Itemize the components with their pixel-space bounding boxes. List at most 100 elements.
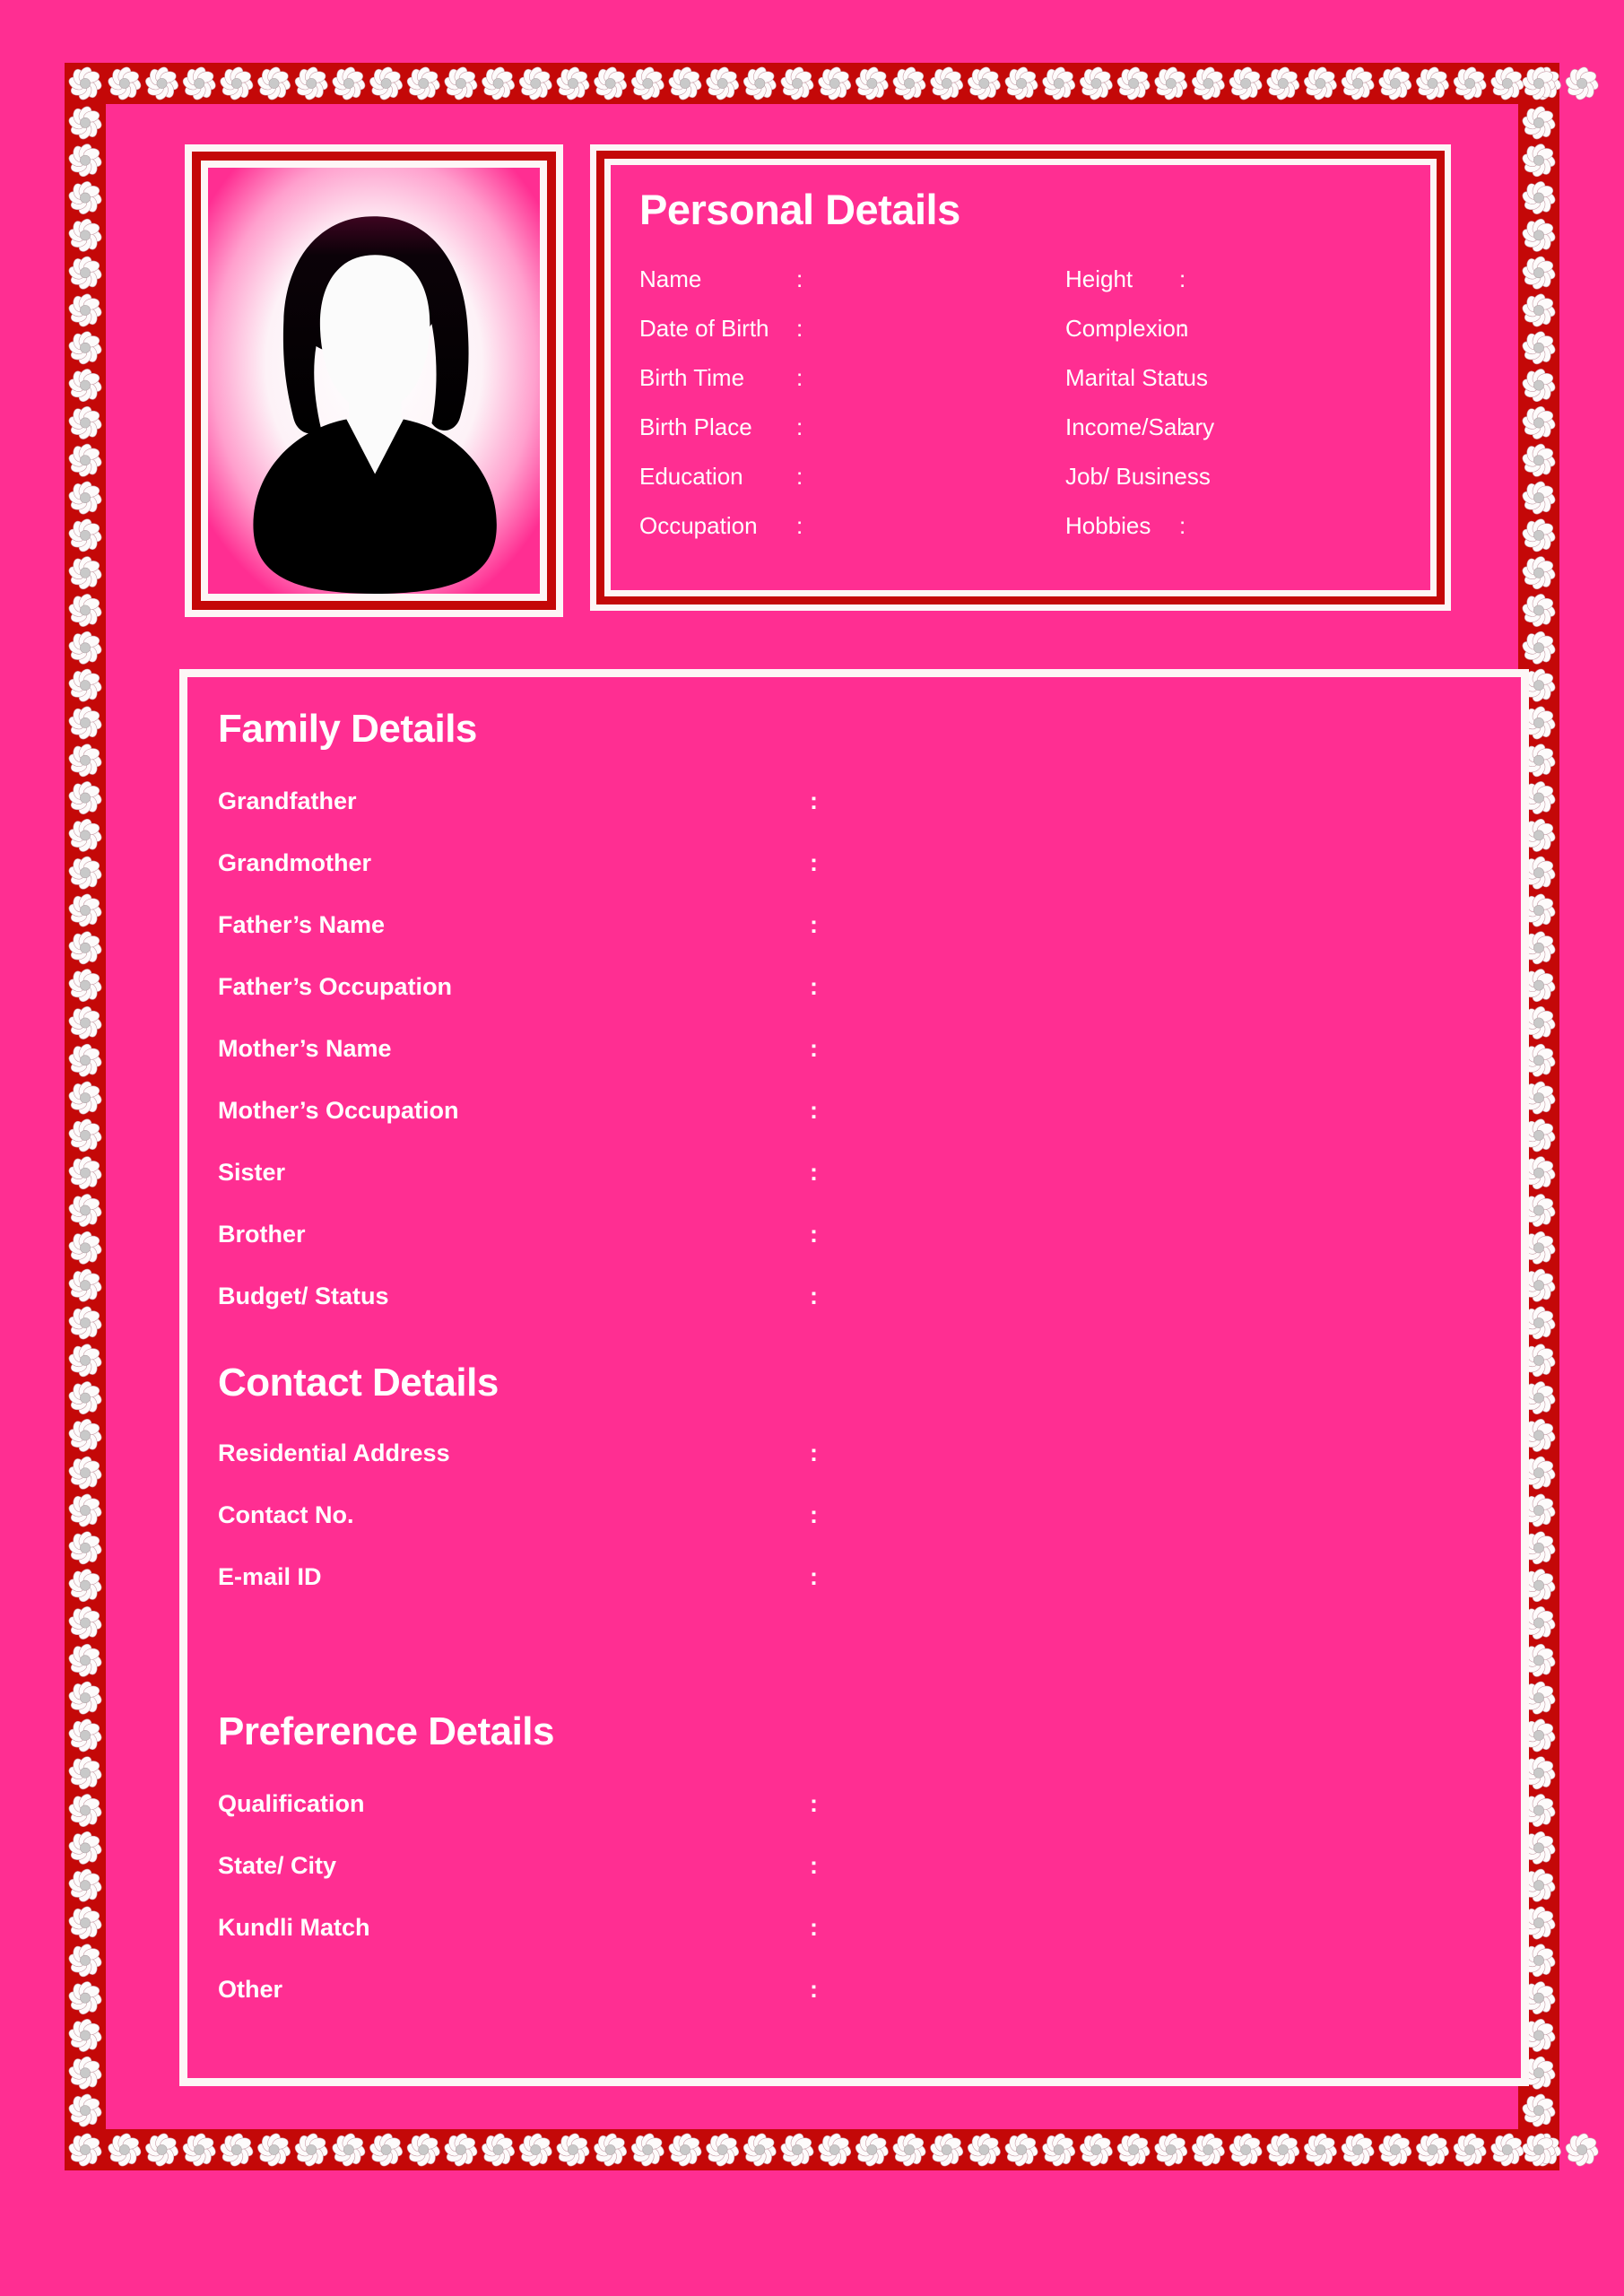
personal-colon-left: : <box>796 315 803 342</box>
personal-colon-right: : <box>1179 413 1186 440</box>
flower-rosette-icon-row-bottom <box>108 2133 1599 2167</box>
personal-value-left[interactable] <box>812 304 1022 353</box>
personal-value-left[interactable] <box>812 452 1022 501</box>
personal-value-right[interactable] <box>1195 403 1405 452</box>
flower-border-top <box>106 63 1601 104</box>
personal-value-left[interactable] <box>812 403 1022 452</box>
personal-label-left: Education <box>639 463 743 490</box>
photo-frame-white-band <box>201 161 547 601</box>
family-value[interactable]: : <box>810 894 1490 956</box>
personal-label-left: Date of Birth <box>639 315 769 342</box>
family-label: Budget/ Status <box>218 1283 389 1309</box>
family-label: Mother’s Occupation <box>218 1097 459 1124</box>
photo-placeholder[interactable] <box>208 168 540 594</box>
contact-value[interactable]: : <box>810 1546 1490 1608</box>
preference-details-heading: Preference Details <box>218 1709 555 1753</box>
flower-rosette-icon-row-top <box>108 66 1599 100</box>
contact-details-heading: Contact Details <box>218 1361 499 1405</box>
content-canvas: Personal Details Name: Height: Date of Bir… <box>106 104 1529 2129</box>
personal-colon-right: : <box>1179 315 1186 342</box>
preference-label: Qualification <box>218 1790 365 1817</box>
photo-frame <box>185 144 563 617</box>
flower-border-corner-topleft <box>65 63 106 104</box>
contact-label: E-mail ID <box>218 1563 322 1590</box>
flower-rosette-icon-corner-bl <box>68 2133 102 2167</box>
flower-rosette-icon-corner-tr <box>1522 66 1556 100</box>
flower-rosette-icon-corner-br <box>1522 2133 1556 2167</box>
personal-panel-white-band: Personal Details Name: Height: Date of Bir… <box>604 159 1437 596</box>
family-label: Grandmother <box>218 849 372 876</box>
family-label: Father’s Name <box>218 911 386 938</box>
personal-value-right[interactable] <box>1195 304 1405 353</box>
preference-label: State/ City <box>218 1852 337 1879</box>
family-value[interactable]: : <box>810 1080 1490 1142</box>
personal-colon-left: : <box>796 512 803 539</box>
personal-colon-left: : <box>796 463 803 490</box>
personal-label-left: Occupation <box>639 512 758 539</box>
personal-value-right[interactable] <box>1195 353 1405 403</box>
contact-label: Residential Address <box>218 1439 450 1466</box>
family-label: Grandfather <box>218 787 357 814</box>
personal-colon-right: : <box>1179 364 1186 391</box>
personal-colon-left: : <box>796 364 803 391</box>
flower-border-left <box>65 104 106 2129</box>
family-details-heading: Family Details <box>218 707 477 751</box>
preference-value[interactable]: : <box>810 1835 1490 1897</box>
personal-details-grid: Name: Height: Date of Birth: Complexion: Bir… <box>636 255 1405 551</box>
contact-value[interactable]: : <box>810 1484 1490 1546</box>
flower-border-corner-bottomright <box>1518 2129 1559 2170</box>
flower-rosette-icon-row-left <box>68 106 102 2127</box>
preference-value[interactable]: : <box>810 1897 1490 1959</box>
family-value[interactable]: : <box>810 1018 1490 1080</box>
family-label: Father’s Occupation <box>218 973 453 1000</box>
personal-value-left[interactable] <box>812 353 1022 403</box>
top-row: Personal Details Name: Height: Date of Bir… <box>185 144 1451 617</box>
flower-border-corner-topright <box>1518 63 1559 104</box>
personal-colon-right: : <box>1179 463 1186 490</box>
personal-colon-left: : <box>796 413 803 440</box>
family-value[interactable]: : <box>810 770 1490 832</box>
personal-value-right[interactable] <box>1195 501 1405 551</box>
personal-label-left: Birth Time <box>639 364 745 391</box>
family-value[interactable]: : <box>810 1204 1490 1265</box>
female-silhouette-avatar-icon <box>208 168 540 594</box>
personal-label-right: Complexion <box>1065 315 1189 342</box>
family-value[interactable]: : <box>810 956 1490 1018</box>
preference-value[interactable]: : <box>810 1773 1490 1835</box>
family-value[interactable]: : <box>810 832 1490 894</box>
family-details-grid: Grandfather: Grandmother: Father’s Name:… <box>218 770 1490 1327</box>
family-value[interactable]: : <box>810 1142 1490 1204</box>
personal-label-right: Job/ Business <box>1065 463 1211 490</box>
biodata-page: Personal Details Name: Height: Date of Bir… <box>0 0 1624 2296</box>
family-label: Sister <box>218 1159 286 1186</box>
flower-border-bottom <box>106 2129 1601 2170</box>
preference-details-grid: Qualification: State/ City: Kundli Match… <box>218 1773 1490 2021</box>
personal-label-left: Name <box>639 265 702 292</box>
personal-value-right[interactable] <box>1195 452 1405 501</box>
personal-value-right[interactable] <box>1195 255 1405 304</box>
family-label: Mother’s Name <box>218 1035 392 1062</box>
personal-label-right: Marital Status <box>1065 364 1208 391</box>
personal-colon-right: : <box>1179 512 1186 539</box>
personal-details-heading: Personal Details <box>639 186 960 233</box>
personal-colon-left: : <box>796 265 803 292</box>
preference-label: Kundli Match <box>218 1914 370 1941</box>
personal-label-right: Height <box>1065 265 1133 292</box>
personal-value-left[interactable] <box>812 501 1022 551</box>
personal-label-right: Hobbies <box>1065 512 1151 539</box>
preference-value[interactable]: : <box>810 1959 1490 2021</box>
family-value[interactable]: : <box>810 1265 1490 1327</box>
personal-label-right: Income/Salary <box>1065 413 1215 440</box>
personal-label-left: Birth Place <box>639 413 752 440</box>
personal-details-panel: Personal Details Name: Height: Date of Bir… <box>590 144 1451 611</box>
details-panel-body: Family Details Grandfather: Grandmother:… <box>187 677 1521 2078</box>
family-label: Brother <box>218 1221 306 1248</box>
personal-panel-red-band: Personal Details Name: Height: Date of Bir… <box>596 151 1445 604</box>
flower-rosette-icon-corner-tl <box>68 66 102 100</box>
details-panel: Family Details Grandfather: Grandmother:… <box>179 669 1529 2086</box>
contact-value[interactable]: : <box>810 1422 1490 1484</box>
photo-frame-red-band <box>192 152 556 610</box>
flower-border-corner-bottomleft <box>65 2129 106 2170</box>
personal-value-left[interactable] <box>812 255 1022 304</box>
personal-colon-right: : <box>1179 265 1186 292</box>
